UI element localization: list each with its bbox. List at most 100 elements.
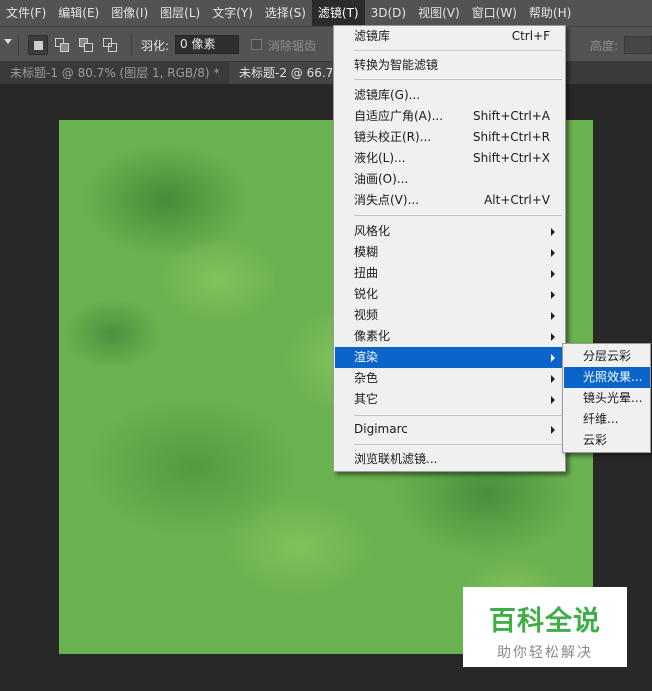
menu-item-label: 滤镜库(G)... xyxy=(354,88,421,102)
menu-image[interactable]: 图像(I) xyxy=(105,0,154,26)
submenu-arrow-icon xyxy=(551,375,555,383)
menu-file[interactable]: 文件(F) xyxy=(0,0,52,26)
tab-label: 未标题-1 @ 80.7% (图层 1, RGB/8) * xyxy=(10,66,220,80)
submenu-arrow-icon xyxy=(551,291,555,299)
submenu-arrow-icon xyxy=(551,396,555,404)
menu-item-lens-correction[interactable]: 镜头校正(R)... Shift+Ctrl+R xyxy=(335,127,564,148)
menu-item-vanishing-point[interactable]: 消失点(V)... Alt+Ctrl+V xyxy=(335,190,564,211)
menu-bar: 文件(F) 编辑(E) 图像(I) 图层(L) 文字(Y) 选择(S) 滤镜(T… xyxy=(0,0,652,26)
menu-item-label: 其它 xyxy=(354,392,379,406)
menu-item-distort[interactable]: 扭曲 xyxy=(335,263,564,284)
menu-item-label: 转换为智能滤镜 xyxy=(354,58,439,72)
submenu-arrow-icon xyxy=(551,426,555,434)
watermark-subtitle: 助你轻松解决 xyxy=(497,645,593,661)
subtract-from-selection-button[interactable] xyxy=(76,35,96,55)
new-selection-button[interactable] xyxy=(28,35,48,55)
tab-document-1[interactable]: 未标题-1 @ 80.7% (图层 1, RGB/8) *× xyxy=(0,62,249,84)
add-to-selection-button[interactable] xyxy=(52,35,72,55)
menu-separator xyxy=(354,79,562,80)
intersect-selection-icon-overlay xyxy=(108,43,117,52)
menu-item-shortcut: Shift+Ctrl+R xyxy=(472,130,550,144)
submenu-arrow-icon xyxy=(551,228,555,236)
menu-item-other[interactable]: 其它 xyxy=(335,389,564,410)
menu-item-label: 扭曲 xyxy=(354,266,379,280)
render-submenu: 分层云彩 光照效果... 镜头光晕... 纤维... 云彩 xyxy=(562,343,651,453)
menu-item-sharpen[interactable]: 锐化 xyxy=(335,284,564,305)
submenu-item-clouds[interactable]: 云彩 xyxy=(564,430,650,451)
menu-item-shortcut: Ctrl+F xyxy=(511,29,550,43)
antialias-checkbox[interactable] xyxy=(251,39,262,50)
menu-item-convert-smart-filter[interactable]: 转换为智能滤镜 xyxy=(335,55,564,76)
menu-item-filter-gallery[interactable]: 滤镜库(G)... xyxy=(335,85,564,106)
submenu-arrow-icon xyxy=(551,312,555,320)
menu-separator xyxy=(354,444,562,445)
menu-separator xyxy=(354,415,562,416)
menu-item-label: 滤镜库 xyxy=(354,29,391,43)
menu-item-label: 杂色 xyxy=(354,371,379,385)
menu-item-label: 模糊 xyxy=(354,245,379,259)
submenu-arrow-icon xyxy=(551,354,555,362)
menu-item-label: 风格化 xyxy=(354,224,391,238)
feather-label: 羽化: xyxy=(141,39,170,53)
menu-item-label: 分层云彩 xyxy=(583,349,632,363)
menu-item-label: 云彩 xyxy=(583,433,608,447)
options-divider xyxy=(18,34,19,56)
menu-item-label: Digimarc xyxy=(354,422,408,436)
menu-select[interactable]: 选择(S) xyxy=(259,0,312,26)
menu-item-label: 油画(O)... xyxy=(354,172,409,186)
menu-help[interactable]: 帮助(H) xyxy=(523,0,577,26)
menu-item-label: 光照效果... xyxy=(583,370,643,384)
menu-layer[interactable]: 图层(L) xyxy=(154,0,206,26)
menu-item-stylize[interactable]: 风格化 xyxy=(335,221,564,242)
submenu-arrow-icon xyxy=(551,333,555,341)
menu-item-oil-paint[interactable]: 油画(O)... xyxy=(335,169,564,190)
menu-edit[interactable]: 编辑(E) xyxy=(52,0,105,26)
antialias-label: 消除锯齿 xyxy=(268,39,317,53)
menu-item-render[interactable]: 渲染 xyxy=(335,347,564,368)
menu-item-pixelate[interactable]: 像素化 xyxy=(335,326,564,347)
menu-item-label: 像素化 xyxy=(354,329,391,343)
menu-item-label: 镜头校正(R)... xyxy=(354,130,432,144)
menu-item-last-filter[interactable]: 滤镜库 Ctrl+F xyxy=(335,26,564,47)
add-selection-icon-overlay xyxy=(60,43,69,52)
menu-item-digimarc[interactable]: Digimarc xyxy=(335,419,564,440)
menu-item-shortcut: Shift+Ctrl+A xyxy=(473,109,550,123)
menu-item-label: 自适应广角(A)... xyxy=(354,109,444,123)
menu-separator xyxy=(354,215,562,216)
menu-view[interactable]: 视图(V) xyxy=(412,0,466,26)
submenu-item-lighting-effects[interactable]: 光照效果... xyxy=(564,367,650,388)
menu-item-liquify[interactable]: 液化(L)... Shift+Ctrl+X xyxy=(335,148,564,169)
submenu-item-lens-flare[interactable]: 镜头光晕... xyxy=(564,388,650,409)
submenu-arrow-icon xyxy=(551,270,555,278)
menu-window[interactable]: 窗口(W) xyxy=(466,0,523,26)
menu-item-label: 视频 xyxy=(354,308,379,322)
menu-item-video[interactable]: 视频 xyxy=(335,305,564,326)
menu-item-label: 纤维... xyxy=(583,412,619,426)
submenu-item-fibers[interactable]: 纤维... xyxy=(564,409,650,430)
menu-item-noise[interactable]: 杂色 xyxy=(335,368,564,389)
menu-item-label: 镜头光晕... xyxy=(583,391,643,405)
menu-separator xyxy=(354,50,562,51)
height-input[interactable] xyxy=(624,36,652,54)
filter-menu: 滤镜库 Ctrl+F 转换为智能滤镜 滤镜库(G)... 自适应广角(A)...… xyxy=(333,25,566,472)
options-divider xyxy=(131,34,132,56)
new-selection-icon xyxy=(34,41,43,50)
menu-item-shortcut: Shift+Ctrl+X xyxy=(473,151,550,165)
subtract-selection-icon-overlay xyxy=(84,43,93,52)
menu-item-browse-online-filters[interactable]: 浏览联机滤镜... xyxy=(335,449,564,470)
menu-item-label: 浏览联机滤镜... xyxy=(354,452,438,466)
menu-type[interactable]: 文字(Y) xyxy=(206,0,259,26)
menu-3d[interactable]: 3D(D) xyxy=(365,0,412,26)
menu-filter[interactable]: 滤镜(T) xyxy=(311,0,365,26)
menu-item-adaptive-wide-angle[interactable]: 自适应广角(A)... Shift+Ctrl+A xyxy=(335,106,564,127)
submenu-item-difference-clouds[interactable]: 分层云彩 xyxy=(564,346,650,367)
menu-item-label: 消失点(V)... xyxy=(354,193,420,207)
tool-preset-dropdown-icon[interactable] xyxy=(4,39,12,44)
menu-item-blur[interactable]: 模糊 xyxy=(335,242,564,263)
watermark-logo: 百科全说 助你轻松解决 xyxy=(463,587,627,667)
menu-item-label: 渲染 xyxy=(354,350,379,364)
menu-item-label: 液化(L)... xyxy=(354,151,406,165)
intersect-selection-button[interactable] xyxy=(100,35,120,55)
submenu-arrow-icon xyxy=(551,249,555,257)
feather-input[interactable]: 0 像素 xyxy=(175,35,239,54)
